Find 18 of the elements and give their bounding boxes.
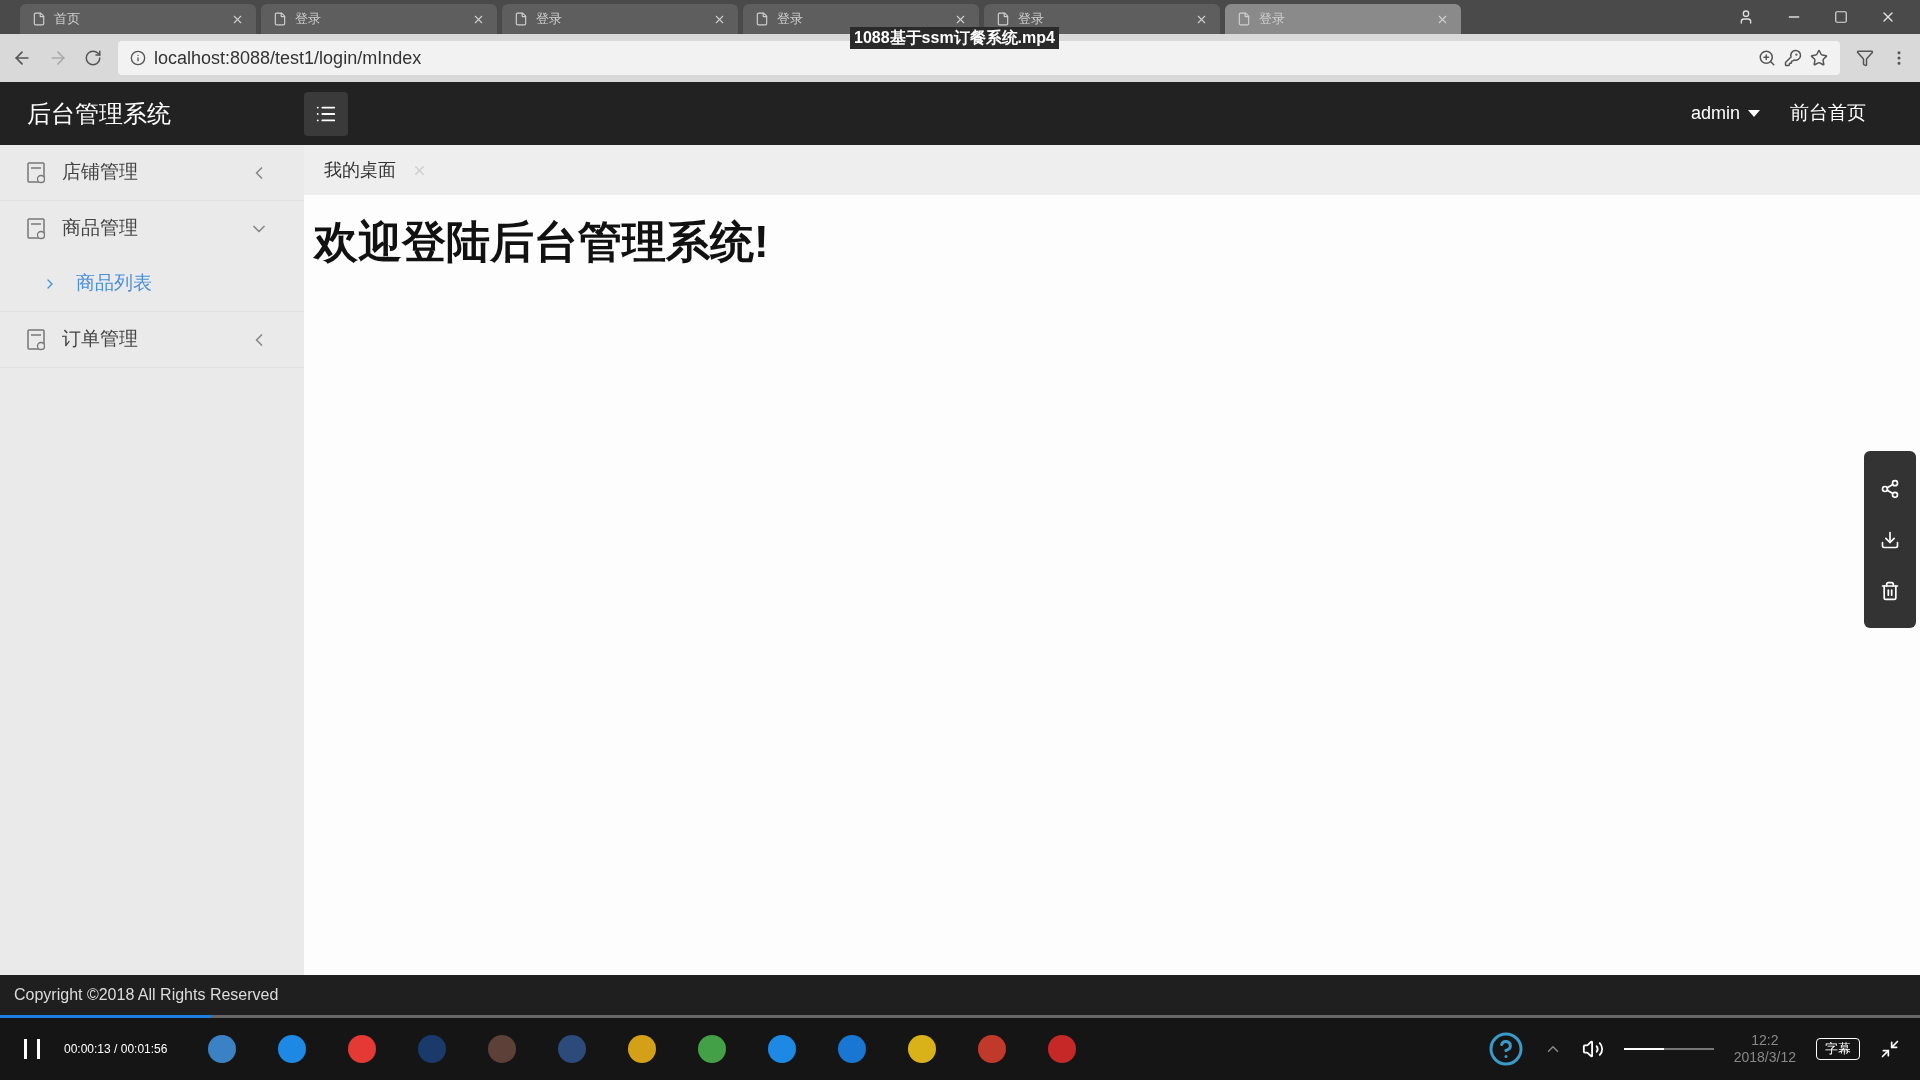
time-display: 00:00:13 / 00:01:56 — [64, 1041, 168, 1058]
tab-label: 登录 — [295, 10, 322, 29]
menu-label: 店铺管理 — [62, 160, 139, 185]
menu-label: 订单管理 — [62, 327, 139, 352]
tab-label: 登录 — [1018, 10, 1045, 29]
tab-label: 登录 — [777, 10, 804, 29]
clock-date: 2018/3/12 — [1733, 1049, 1796, 1067]
tab-label: 首页 — [54, 10, 81, 29]
tab-label: 登录 — [1259, 10, 1286, 29]
welcome-heading: 欢迎登陆后台管理系统! — [314, 216, 770, 268]
tab-label: 登录 — [536, 10, 563, 29]
submenu-label: 商品列表 — [76, 271, 152, 296]
clock-time: 12:2 — [1751, 1031, 1779, 1049]
menu-label: 商品管理 — [62, 216, 139, 241]
app-title: 后台管理系统 — [26, 98, 172, 129]
video-title-tooltip: 1088基于ssm订餐系统.mp4 — [850, 27, 1059, 49]
url-text: localhost:8088/test1/login/mIndex — [154, 46, 422, 70]
copyright-text: Copyright ©2018 All Rights Reserved — [14, 985, 279, 1005]
